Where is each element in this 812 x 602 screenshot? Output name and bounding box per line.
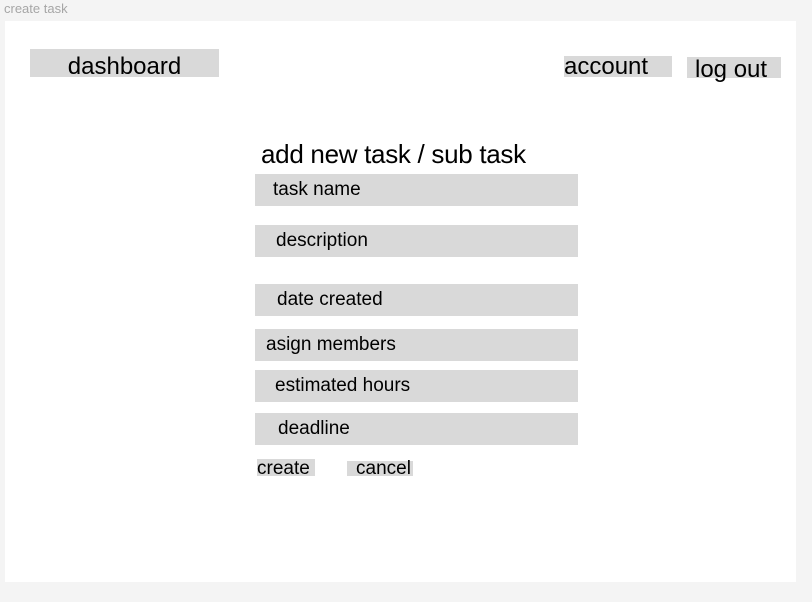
- cancel-button-label: cancel: [356, 458, 411, 479]
- frame-title: create task: [4, 1, 68, 16]
- deadline-field[interactable]: deadline: [255, 413, 578, 445]
- date-created-field[interactable]: date created: [255, 284, 578, 316]
- account-button[interactable]: account: [564, 55, 672, 79]
- task-name-field[interactable]: task name: [255, 174, 578, 206]
- form-title: add new task / sub task: [261, 139, 526, 169]
- logout-button[interactable]: log out: [687, 57, 781, 82]
- assign-members-field[interactable]: asign members: [255, 329, 578, 361]
- dashboard-button[interactable]: dashboard: [30, 49, 219, 80]
- description-field[interactable]: description: [255, 225, 578, 257]
- wireframe-frame: dashboard account log out add new task /…: [5, 21, 796, 582]
- estimated-hours-field[interactable]: estimated hours: [255, 370, 578, 402]
- create-button[interactable]: create: [257, 459, 315, 479]
- cancel-button[interactable]: cancel: [347, 458, 413, 479]
